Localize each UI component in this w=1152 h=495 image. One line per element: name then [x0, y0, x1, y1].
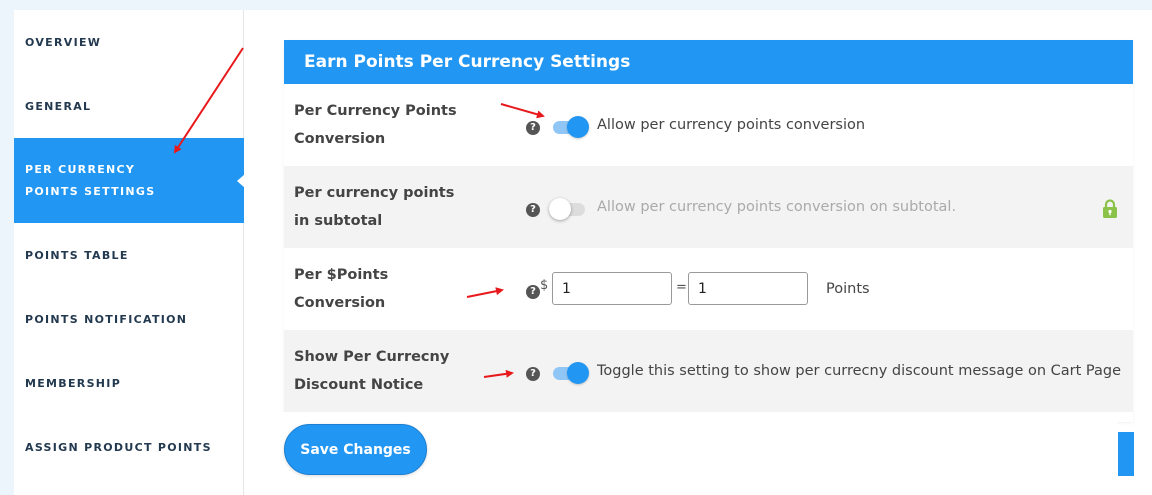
sidebar-item-label: ASSIGN PRODUCT POINTS	[25, 440, 212, 454]
save-button[interactable]: Save Changes	[284, 424, 427, 475]
sidebar: OVERVIEW GENERAL PER CURRENCY POINTS SET…	[14, 10, 245, 495]
sidebar-item-per-currency-points-settings[interactable]: PER CURRENCY POINTS SETTINGS	[14, 138, 245, 223]
help-icon[interactable]: ?	[526, 121, 540, 135]
currency-symbol: $	[540, 278, 549, 293]
help-icon[interactable]: ?	[526, 203, 540, 217]
help-icon[interactable]: ?	[526, 367, 540, 381]
settings-row-points-conversion: Per $Points Conversion ? $ = Points	[284, 248, 1133, 330]
sidebar-item-label: GENERAL	[25, 99, 92, 113]
sidebar-item-points-table[interactable]: POINTS TABLE	[14, 223, 244, 287]
toggle-description: Allow per currency points conversion on …	[597, 199, 957, 215]
currency-amount-input[interactable]	[552, 272, 672, 305]
sidebar-item-assign-product-points[interactable]: ASSIGN PRODUCT POINTS	[14, 415, 244, 479]
floating-button-edge	[1118, 432, 1134, 476]
row-label: Show Per Currecny Discount Notice	[294, 349, 450, 393]
settings-row-discount-notice: Show Per Currecny Discount Notice ? Togg…	[284, 330, 1133, 412]
points-unit-label: Points	[826, 281, 870, 297]
toggle-description: Toggle this setting to show per currecny…	[597, 363, 1122, 379]
sidebar-item-label: PER CURRENCY POINTS SETTINGS	[25, 162, 156, 198]
sidebar-item-label: POINTS TABLE	[25, 248, 129, 262]
lock-icon	[1103, 199, 1117, 218]
sidebar-item-label: MEMBERSHIP	[25, 376, 122, 390]
row-label: Per $Points Conversion	[294, 267, 389, 311]
discount-notice-toggle[interactable]	[553, 362, 591, 384]
help-icon[interactable]: ?	[526, 285, 540, 299]
panel-title: Earn Points Per Currency Settings	[284, 40, 1133, 84]
sidebar-item-points-notification[interactable]: POINTS NOTIFICATION	[14, 287, 244, 351]
row-label: Per Currency Points Conversion	[294, 103, 457, 147]
settings-row-currency-conversion: Per Currency Points Conversion ? Allow p…	[284, 84, 1133, 166]
subtotal-toggle[interactable]	[549, 198, 591, 220]
equals-sign: =	[676, 280, 687, 295]
settings-panel: Earn Points Per Currency Settings Per Cu…	[284, 40, 1133, 422]
sidebar-item-general[interactable]: GENERAL	[14, 74, 244, 138]
row-label: Per currency points in subtotal	[294, 185, 455, 229]
sidebar-item-overview[interactable]: OVERVIEW	[14, 10, 244, 74]
currency-conversion-toggle[interactable]	[553, 116, 591, 138]
settings-row-subtotal: Per currency points in subtotal ? Allow …	[284, 166, 1133, 248]
main-content: Earn Points Per Currency Settings Per Cu…	[244, 10, 1152, 495]
points-amount-input[interactable]	[688, 272, 808, 305]
sidebar-item-label: POINTS NOTIFICATION	[25, 312, 188, 326]
sidebar-item-membership[interactable]: MEMBERSHIP	[14, 351, 244, 415]
toggle-description: Allow per currency points conversion	[597, 117, 866, 133]
sidebar-item-label: OVERVIEW	[25, 35, 102, 49]
